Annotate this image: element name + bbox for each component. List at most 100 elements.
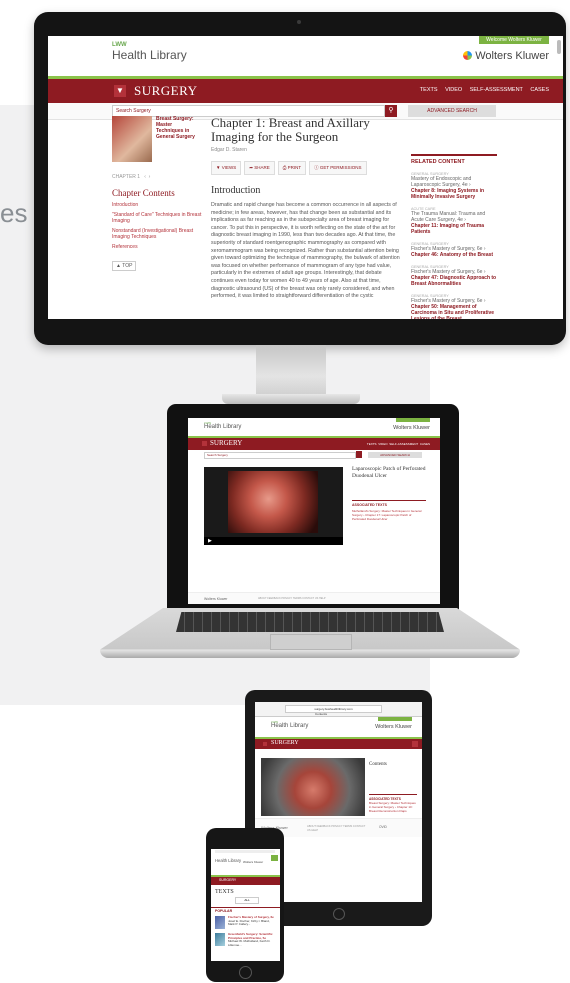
health-library-logo[interactable]: Health Library <box>112 48 187 62</box>
search-icon[interactable] <box>412 741 418 747</box>
monitor-screen: LWW Health Library Welcome Wolters Kluwe… <box>48 36 563 319</box>
left-sidebar: Breast Surgery: Master Techniques in Gen… <box>112 116 202 272</box>
monitor-base <box>222 394 360 404</box>
book-title[interactable]: Breast Surgery: Master Techniques in Gen… <box>156 116 200 140</box>
search-icon[interactable] <box>271 855 278 861</box>
footer-wolters-kluwer-logo[interactable]: Wolters Kluwer <box>204 597 227 601</box>
section-title[interactable]: SURGERY <box>210 439 242 447</box>
texts-heading: TEXTS <box>215 889 234 895</box>
wolters-kluwer-logo[interactable]: Wolters Kluwer <box>463 50 549 62</box>
scrollbar[interactable] <box>557 40 561 54</box>
book-thumbnail[interactable] <box>215 916 225 929</box>
login-bar[interactable] <box>378 717 412 721</box>
nav-cases[interactable]: CASES <box>530 87 549 93</box>
associated-texts: ASSOCIATED TEXTS Mulholland's Surgery: M… <box>352 500 426 521</box>
section-title[interactable]: SURGERY <box>271 740 299 746</box>
contents-heading: Contents <box>369 762 387 767</box>
search-input[interactable]: Search Surgery <box>204 452 356 459</box>
edge-text: es <box>0 198 28 228</box>
tablet-home-button[interactable] <box>333 908 345 920</box>
health-library-logo[interactable]: Health Library <box>204 424 241 430</box>
laptop-lip <box>100 650 520 658</box>
contents-link[interactable]: References <box>112 244 202 250</box>
related-item[interactable]: GENERAL SURGERY Fischer's Mastery of Surg… <box>411 242 497 258</box>
laptop-keyboard <box>176 612 444 632</box>
chapter-contents-heading: Chapter Contents <box>112 188 175 198</box>
site-header: LWW Health Library Wolters Kluwer <box>255 717 422 739</box>
advanced-search-button[interactable]: ADVANCED SEARCH <box>408 105 496 117</box>
back-to-top-button[interactable]: ▲ TOP <box>112 261 137 271</box>
wolters-kluwer-logo[interactable]: Wolters Kluwer <box>243 860 263 864</box>
menu-dropdown-icon[interactable]: ▼ <box>114 85 126 97</box>
monitor-stand <box>256 345 326 397</box>
popular-heading: POPULAR <box>211 907 280 914</box>
login-bar[interactable] <box>396 418 430 422</box>
health-library-logo[interactable]: Health Library <box>271 723 308 729</box>
related-content: RELATED CONTENT GENERAL SURGERY Mastery o… <box>411 154 497 319</box>
nav-self-assessment[interactable]: SELF-ASSESSMENT <box>470 87 523 93</box>
phone-screen: Health Library Wolters Kluwer SURGERY TE… <box>211 849 280 961</box>
get-permissions-button[interactable]: ⓘ GET PERMISSIONS <box>309 161 367 175</box>
nav-video[interactable]: VIDEO <box>445 87 462 93</box>
contents-link[interactable]: Introduction <box>112 202 202 208</box>
wolters-kluwer-logo[interactable]: Wolters Kluwer <box>375 724 412 730</box>
related-item[interactable]: GENERAL SURGERY Mastery of Endoscopic and… <box>411 172 497 200</box>
footer-links[interactable]: ABOUT FEEDBACK PRIVACY TERMS CONTACT US … <box>307 825 369 833</box>
browser-tab[interactable]: Contents <box>315 712 327 716</box>
play-icon[interactable]: ▶ <box>208 538 212 544</box>
chapter-contents-list: Introduction "Standard of Care" Techniqu… <box>112 202 202 250</box>
section-heading: Introduction <box>211 185 261 196</box>
video-frame[interactable] <box>261 758 365 816</box>
print-button[interactable]: ⎙ PRINT <box>277 161 307 175</box>
share-button[interactable]: ➦ SHARE <box>244 161 275 175</box>
related-item[interactable]: GENERAL SURGERY Fischer's Mastery of Surg… <box>411 265 497 287</box>
video-controls[interactable]: ▶ <box>204 537 343 545</box>
associated-text-link[interactable]: Mulholland's Surgery: Master Techniques … <box>352 509 426 521</box>
nav-texts[interactable]: TEXTS <box>420 87 438 93</box>
chapter-nav[interactable]: CHAPTER 1 ‹ › <box>112 174 202 180</box>
book-thumbnail[interactable] <box>215 933 225 946</box>
related-content-heading: RELATED CONTENT <box>411 154 497 165</box>
section-title[interactable]: SURGERY <box>219 878 236 882</box>
views-button[interactable]: ▼ VIEWS <box>211 161 242 175</box>
site-footer: Wolters Kluwer ABOUT FEEDBACK PRIVACY TE… <box>188 592 440 604</box>
url-field[interactable]: surgery.lwwhealthlibrary.com <box>285 705 382 713</box>
video-frame[interactable] <box>228 471 318 533</box>
article-toolbar: ▼ VIEWS ➦ SHARE ⎙ PRINT ⓘ GET PERMISSION… <box>211 161 401 175</box>
site-header: Health Library Wolters Kluwer <box>211 849 280 877</box>
list-item[interactable]: Fischer's Mastery of Surgery, 6e Josef E.… <box>211 914 280 931</box>
section-bar: SURGERY <box>211 877 280 885</box>
associated-text-link[interactable]: Breast Surgery: Master Techniques in Gen… <box>369 801 417 813</box>
footer-ovid-logo[interactable]: OVID <box>379 825 387 829</box>
health-library-logo[interactable]: Health Library <box>215 858 241 863</box>
menu-dropdown-icon[interactable] <box>263 742 267 746</box>
list-item[interactable]: Greenfield's Surgery: Scientific Princip… <box>211 931 280 949</box>
section-bar: SURGERY TEXTS VIDEO SELF-ASSESSMENT CASE… <box>188 438 440 450</box>
related-item[interactable]: GENERAL SURGERY Fischer's Mastery of Surg… <box>411 294 497 319</box>
search-icon[interactable] <box>356 451 362 458</box>
url-field[interactable] <box>215 850 275 853</box>
wolters-kluwer-logo[interactable]: Wolters Kluwer <box>393 425 430 431</box>
article-paragraph: Dramatic and rapid change has become a c… <box>211 202 400 300</box>
login-bar[interactable]: Welcome Wolters Kluwer <box>479 36 549 44</box>
author[interactable]: Edgar D. Staren <box>211 147 401 153</box>
main-nav[interactable]: TEXTS VIDEO SELF-ASSESSMENT CASES <box>367 442 430 446</box>
related-item[interactable]: ACUTE CARE The Trauma Manual: Trauma and … <box>411 207 497 235</box>
article-main: Chapter 1: Breast and Axillary Imaging f… <box>211 116 401 301</box>
section-bar: SURGERY <box>255 739 422 749</box>
contents-link[interactable]: "Standard of Care" Techniques in Breast … <box>112 212 202 224</box>
footer-links[interactable]: ABOUT FEEDBACK PRIVACY TERMS CONTACT US … <box>258 597 326 600</box>
video-player[interactable]: ▶ <box>204 467 343 545</box>
filter-select[interactable]: ALL <box>235 897 259 904</box>
associated-texts-heading: ASSOCIATED TEXTS <box>352 503 387 507</box>
book-cover[interactable] <box>112 116 152 162</box>
site-header: LWW Health Library Wolters Kluwer <box>188 418 440 438</box>
section-title[interactable]: SURGERY <box>134 83 197 99</box>
section-bar: ▼ SURGERY TEXTS VIDEO SELF-ASSESSMENT CA… <box>48 79 563 103</box>
chapter-title: Chapter 1: Breast and Axillary Imaging f… <box>211 115 370 144</box>
advanced-search-button[interactable]: ADVANCED SEARCH <box>368 452 422 458</box>
menu-dropdown-icon[interactable] <box>202 441 207 446</box>
laptop-trackpad <box>270 634 352 650</box>
contents-link[interactable]: Nonstandard (Investigational) Breast Ima… <box>112 228 202 240</box>
phone-home-button[interactable] <box>239 966 252 979</box>
